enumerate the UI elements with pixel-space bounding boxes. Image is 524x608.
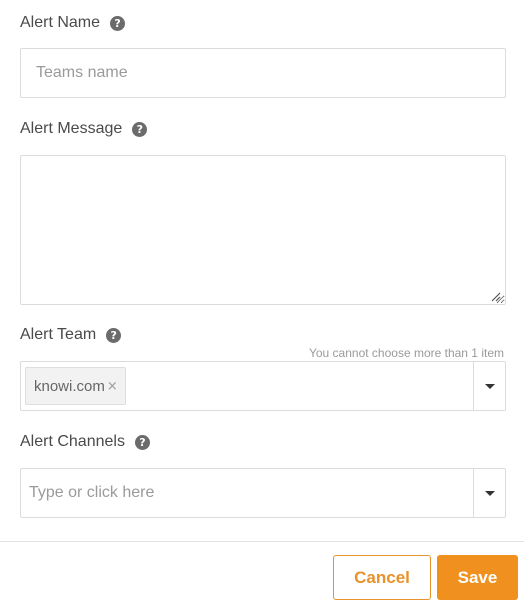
cancel-button[interactable]: Cancel bbox=[333, 555, 431, 600]
alert-channels-label-row: Alert Channels ? bbox=[20, 433, 150, 451]
chevron-down-icon bbox=[484, 383, 495, 389]
alert-team-dropdown-toggle[interactable] bbox=[473, 362, 505, 410]
alert-name-label-row: Alert Name ? bbox=[20, 14, 126, 32]
alert-name-label: Alert Name bbox=[20, 14, 101, 31]
alert-team-tags[interactable]: knowi.com × bbox=[21, 362, 473, 410]
alert-channels-select[interactable]: Type or click here bbox=[20, 468, 506, 518]
alert-name-input[interactable] bbox=[20, 48, 506, 98]
alert-team-label-row: Alert Team ? bbox=[20, 326, 122, 344]
close-icon[interactable]: × bbox=[107, 379, 118, 394]
chevron-down-icon bbox=[484, 490, 495, 496]
team-tag: knowi.com × bbox=[25, 367, 126, 405]
alert-team-hint: You cannot choose more than 1 item bbox=[308, 346, 504, 360]
alert-team-select[interactable]: knowi.com × bbox=[20, 361, 506, 411]
help-icon[interactable]: ? bbox=[134, 434, 150, 450]
alert-message-label-row: Alert Message ? bbox=[20, 120, 148, 138]
help-icon[interactable]: ? bbox=[132, 121, 148, 137]
alert-channels-placeholder: Type or click here bbox=[29, 484, 155, 501]
team-tag-label: knowi.com bbox=[34, 377, 105, 395]
footer-divider bbox=[0, 541, 524, 542]
alert-team-label: Alert Team bbox=[20, 326, 97, 343]
save-button[interactable]: Save bbox=[437, 555, 518, 600]
alert-message-label: Alert Message bbox=[20, 120, 123, 137]
help-icon[interactable]: ? bbox=[110, 15, 126, 31]
alert-message-textarea[interactable] bbox=[20, 155, 506, 305]
alert-channels-label: Alert Channels bbox=[20, 433, 125, 450]
alert-channels-input[interactable]: Type or click here bbox=[21, 469, 473, 517]
alert-channels-dropdown-toggle[interactable] bbox=[473, 469, 505, 517]
help-icon[interactable]: ? bbox=[106, 327, 122, 343]
